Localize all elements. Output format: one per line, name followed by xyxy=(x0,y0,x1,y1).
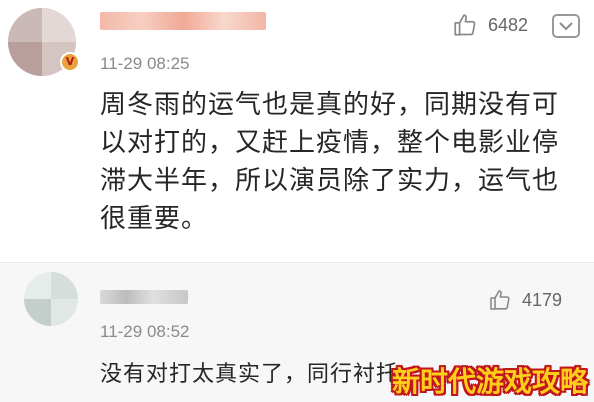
like-button[interactable]: 6482 xyxy=(452,12,528,38)
like-button[interactable]: 4179 xyxy=(488,288,562,312)
chevron-down-icon xyxy=(559,22,573,31)
verified-badge: V xyxy=(60,52,80,72)
timestamp: 11-29 08:52 xyxy=(100,322,190,341)
thumbs-up-icon xyxy=(490,290,510,310)
thumbs-up-icon xyxy=(454,14,476,36)
comment-text: 没有对打太真实了，同行衬托 xyxy=(100,362,400,387)
watermark: 新时代游戏攻略 xyxy=(391,365,588,398)
comment-card: V 11-29 08:25 6482 周冬雨的运气也是真的好，同期没有可以对打的… xyxy=(0,0,594,262)
timestamp: 11-29 08:25 xyxy=(100,54,190,73)
comment-text: 周冬雨的运气也是真的好，同期没有可以对打的，又赶上疫情，整个电影业停滞大半年，所… xyxy=(100,90,560,234)
like-count: 4179 xyxy=(522,289,563,310)
more-button[interactable] xyxy=(552,14,580,38)
username[interactable] xyxy=(100,12,266,30)
like-count: 6482 xyxy=(488,14,529,35)
avatar[interactable] xyxy=(24,272,78,326)
username[interactable] xyxy=(100,290,188,304)
